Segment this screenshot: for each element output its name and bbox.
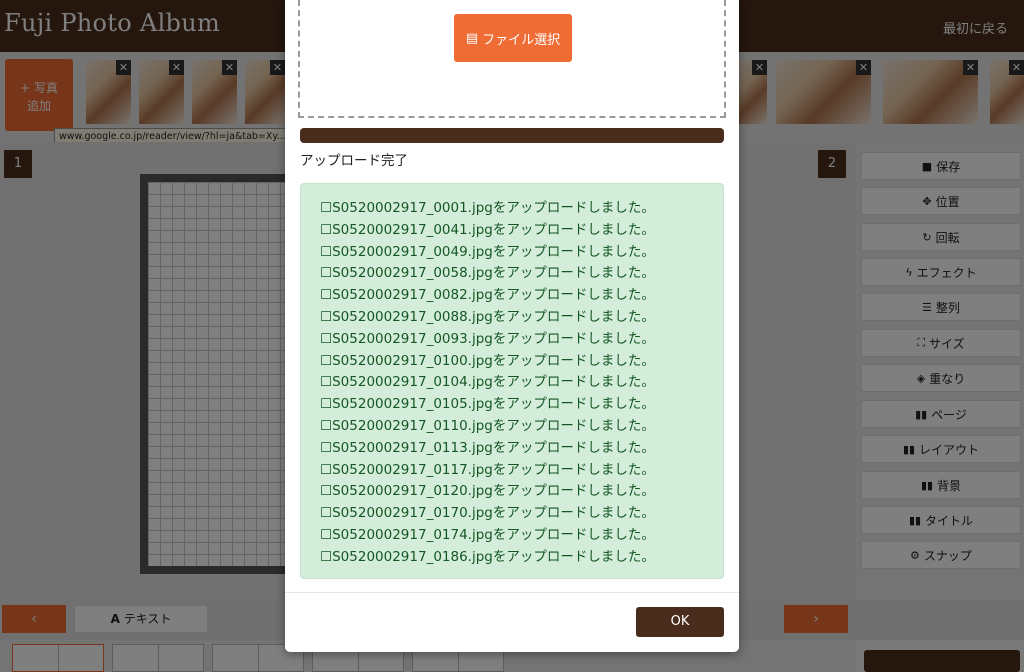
upload-message-line: ☐S0520002917_0113.jpgをアップロードしました。 — [320, 439, 655, 456]
upload-message-line: ☐S0520002917_0088.jpgをアップロードしました。 — [320, 308, 655, 325]
upload-progress-bar — [300, 128, 724, 143]
upload-message-line: ☐S0520002917_0120.jpgをアップロードしました。 — [320, 483, 655, 500]
upload-message-line: ☐S0520002917_0174.jpgをアップロードしました。 — [320, 526, 655, 543]
file-select-button[interactable]: ▤ ファイル選択 — [454, 14, 572, 62]
upload-dialog: ▤ ファイル選択 アップロード完了 ☐S0520002917_0001.jpgを… — [285, 0, 739, 652]
upload-message-line: ☐S0520002917_0001.jpgをアップロードしました。 — [320, 200, 655, 216]
upload-message-line: ☐S0520002917_0049.jpgをアップロードしました。 — [320, 243, 655, 260]
file-select-label: ファイル選択 — [482, 32, 561, 48]
upload-message-line: ☐S0520002917_0110.jpgをアップロードしました。 — [320, 417, 655, 434]
upload-message-line: ☐S0520002917_0058.jpgをアップロードしました。 — [320, 265, 655, 282]
upload-status-text: アップロード完了 — [300, 153, 408, 169]
upload-message-line: ☐S0520002917_0082.jpgをアップロードしました。 — [320, 287, 655, 304]
modal-footer-divider — [285, 592, 739, 593]
upload-message-line: ☐S0520002917_0041.jpgをアップロードしました。 — [320, 221, 655, 238]
upload-message-line: ☐S0520002917_0186.jpgをアップロードしました。 — [320, 548, 655, 565]
upload-message-line: ☐S0520002917_0170.jpgをアップロードしました。 — [320, 505, 655, 522]
file-drop-zone[interactable]: ▤ ファイル選択 — [298, 0, 726, 118]
upload-message-line: ☐S0520002917_0117.jpgをアップロードしました。 — [320, 461, 655, 478]
ok-button[interactable]: OK — [636, 607, 724, 637]
upload-message-line: ☐S0520002917_0093.jpgをアップロードしました。 — [320, 330, 655, 347]
upload-message-line: ☐S0520002917_0105.jpgをアップロードしました。 — [320, 396, 655, 413]
upload-message-line: ☐S0520002917_0104.jpgをアップロードしました。 — [320, 374, 655, 391]
file-icon: ▤ — [465, 30, 479, 46]
upload-message-line: ☐S0520002917_0100.jpgをアップロードしました。 — [320, 352, 655, 369]
upload-message-box: ☐S0520002917_0001.jpgをアップロードしました。 ☐S05200… — [300, 183, 724, 579]
